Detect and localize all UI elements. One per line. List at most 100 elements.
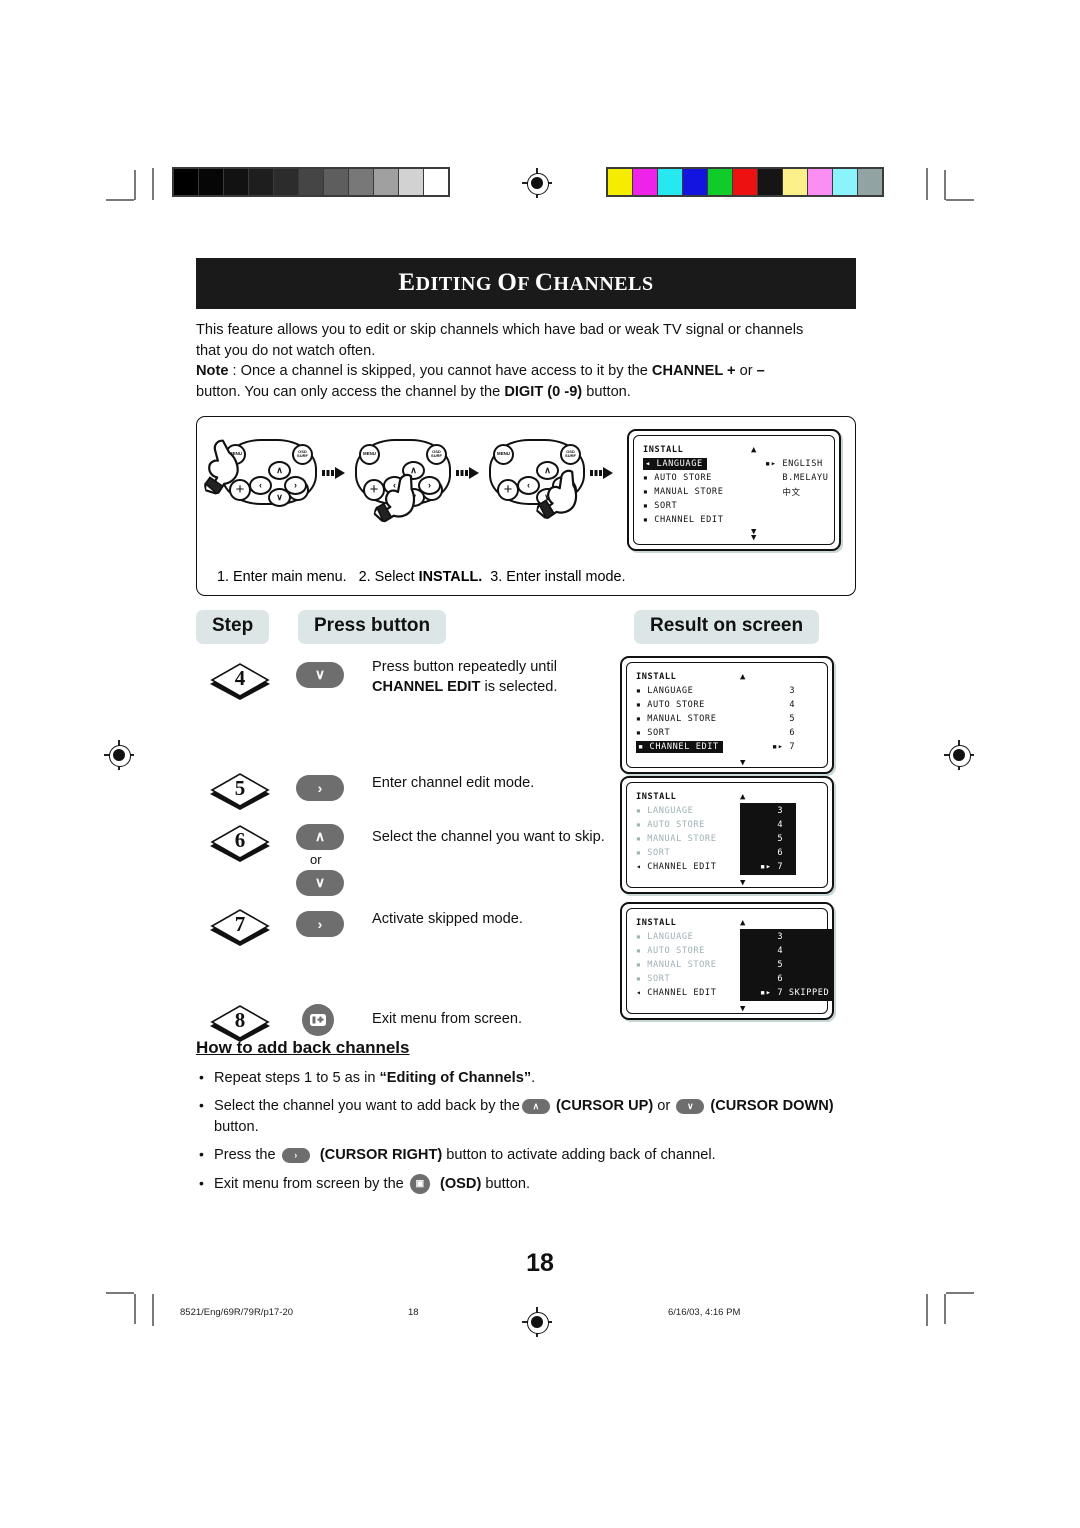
step-4-text: Press button repeatedly until CHANNEL EDI…	[372, 658, 558, 695]
osd-item[interactable]: ▪ AUTO STORE	[636, 944, 716, 958]
osd-item[interactable]: ▪ AUTO STORE	[636, 818, 716, 832]
cursor-right-button[interactable]: ›	[296, 910, 344, 937]
step-number: 8	[234, 1008, 246, 1033]
osd-item[interactable]: ▪ MANUAL STORE	[636, 712, 723, 726]
osd-number[interactable]: ▪▸ 7	[772, 740, 795, 754]
menu-button[interactable]: MENU	[493, 443, 514, 465]
osd-item[interactable]: ◂ CHANNEL EDIT	[636, 860, 716, 874]
osd-number[interactable]: 6	[760, 972, 829, 986]
osd-item[interactable]: ◂ CHANNEL EDIT	[636, 986, 716, 1000]
howto-2-pre: Select the channel you want to add back …	[214, 1098, 520, 1115]
osd-number[interactable]: 5	[772, 712, 795, 726]
osd-item[interactable]: ▪ LANGUAGE	[636, 684, 723, 698]
note-text-3: button. You can only access the channel …	[196, 384, 505, 401]
calibration-swatch	[374, 169, 398, 195]
step-number-badge: 7	[208, 908, 272, 948]
osd-item-selected[interactable]: ◂ LANGUAGE	[643, 457, 723, 471]
cursor-right-icon[interactable]: ›	[281, 1147, 310, 1163]
flow-caption: 1. Enter main menu. 2. Select INSTALL. 3…	[217, 569, 625, 585]
osd-item[interactable]: ▪ AUTO STORE	[643, 471, 723, 485]
cursor-down-icon[interactable]: ∨	[676, 1098, 705, 1114]
osd-number[interactable]: 3	[760, 930, 829, 944]
osd-value-spacer	[765, 443, 829, 457]
osd-value[interactable]: ▪▸ ENGLISH	[765, 457, 829, 471]
howto-4-pre: Exit menu from screen by the	[214, 1175, 408, 1192]
osd-number[interactable]: 6	[760, 846, 783, 860]
note-text-1: : Once a channel is skipped, you cannot …	[228, 363, 652, 380]
osd-number[interactable]: 4	[760, 818, 783, 832]
step-number-badge: 5	[208, 772, 272, 812]
osd-item-selected[interactable]: ▪ CHANNEL EDIT	[636, 740, 723, 754]
osd-number[interactable]: 4	[772, 698, 795, 712]
note-text-4: button.	[582, 384, 631, 401]
osd-item[interactable]: ▪ CHANNEL EDIT	[643, 513, 723, 527]
note-minus: –	[756, 363, 765, 380]
osd-item[interactable]: ▪ SORT	[636, 846, 716, 860]
howto-2-dn-label: (CURSOR	[710, 1098, 779, 1115]
osd-scroll-up-icon: ▲	[751, 444, 758, 455]
cursor-right-button[interactable]: ›	[284, 475, 307, 495]
calibration-swatch	[683, 169, 707, 195]
menu-button[interactable]: MENU	[359, 443, 380, 465]
osd-number-spacer	[760, 790, 783, 804]
howto-3-post: button to activate adding back of channe…	[442, 1147, 716, 1164]
osd-scroll-up-icon: ▲	[740, 671, 747, 682]
cursor-down-button[interactable]: ∨	[296, 869, 344, 896]
bullet-icon: •	[199, 1097, 204, 1114]
osd-item[interactable]: ▪ MANUAL STORE	[643, 485, 723, 499]
osd-number[interactable]: 5	[760, 958, 829, 972]
step-number-badge: 6	[208, 824, 272, 864]
osd-item[interactable]: ▪ MANUAL STORE	[636, 832, 716, 846]
osd-number[interactable]: 6	[772, 726, 795, 740]
column-headers: Step Press button Result on screen	[196, 609, 856, 644]
howto-3-label: (CURSOR RIGHT)	[319, 1147, 443, 1164]
cursor-up-icon[interactable]: ∧	[521, 1098, 550, 1114]
howto-item-1: • Repeat steps 1 to 5 as in “Editing of …	[196, 1068, 856, 1089]
osd-number[interactable]: 3	[760, 804, 783, 818]
header-result-on-screen: Result on screen	[634, 609, 820, 644]
osd-header: INSTALL	[636, 917, 677, 928]
osd-number[interactable]: 5	[760, 832, 783, 846]
osd-value[interactable]: B.MELAYU	[765, 471, 829, 485]
cursor-left-button[interactable]: ‹	[517, 475, 540, 495]
osd-button[interactable]	[302, 1003, 334, 1036]
flow-arrow-icon	[321, 466, 347, 480]
osd-item[interactable]: ▪ MANUAL STORE	[636, 958, 716, 972]
osd-item[interactable]: ▪ SORT	[636, 726, 723, 740]
calibration-swatch	[249, 169, 273, 195]
header-press-button: Press button	[298, 609, 447, 644]
flow-arrow-icon	[455, 466, 481, 480]
bullet-icon: •	[199, 1146, 204, 1163]
howto-2-or: or	[653, 1098, 675, 1115]
cursor-up-button[interactable]: ∧	[296, 823, 344, 850]
osd-item[interactable]: ▪ AUTO STORE	[636, 698, 723, 712]
cursor-right-button[interactable]: ›	[296, 774, 344, 801]
osd-number[interactable]: ▪▸ 7 SKIPPED	[760, 986, 829, 1000]
calibration-swatch	[349, 169, 373, 195]
plus-button-left[interactable]: +	[497, 478, 519, 501]
osd-scroll-up-icon: ▲	[740, 917, 747, 928]
howto-list: • Repeat steps 1 to 5 as in “Editing of …	[196, 1068, 856, 1195]
osd-item[interactable]: ▪ LANGUAGE	[636, 930, 716, 944]
calibration-swatch	[174, 169, 198, 195]
note-label: Note	[196, 363, 229, 380]
osd-icon[interactable]: ▣	[409, 1173, 430, 1194]
step-row-5: 5 › Enter channel edit mode.	[196, 772, 616, 816]
osd-item[interactable]: ▪ SORT	[643, 499, 723, 513]
registration-mark-left	[104, 740, 134, 770]
cursor-down-button[interactable]: ∨	[296, 661, 344, 688]
page-title: EDITING OF CHANNELS	[196, 258, 856, 309]
osd-number[interactable]: ▪▸ 7	[760, 860, 783, 874]
remote-sequence: MENUOSDSURF++∧∨‹› MENUOSDSURF++∧∨‹› MENUOS…	[203, 427, 615, 524]
howto-item-2: • Select the channel you want to add bac…	[196, 1096, 856, 1138]
osd-number[interactable]: 4	[760, 944, 829, 958]
hand-pointer-icon	[372, 473, 416, 524]
osd-item[interactable]: ▪ LANGUAGE	[636, 804, 716, 818]
calibration-swatch	[299, 169, 323, 195]
step-row-6: 6 ∧ or ∨ Select the channel you want to skip…	[196, 823, 616, 902]
osd-value[interactable]: 中文	[765, 485, 829, 499]
footer-file: 8521/Eng/69R/79R/p17-20	[180, 1307, 294, 1318]
osd-item[interactable]: ▪ SORT	[636, 972, 716, 986]
calibration-swatch	[808, 169, 832, 195]
osd-number[interactable]: 3	[772, 684, 795, 698]
